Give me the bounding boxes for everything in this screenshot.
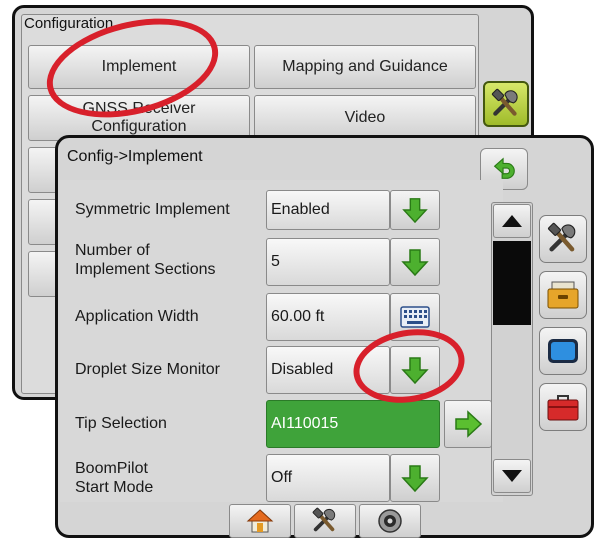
- boompilot-start-mode-label: BoomPilot Start Mode: [75, 459, 153, 497]
- video-button-label: Video: [344, 109, 386, 126]
- tools-icon: [546, 222, 580, 256]
- green-right-arrow-icon: [453, 409, 483, 439]
- boompilot-label-line2: Start Mode: [75, 479, 154, 496]
- triangle-down-icon: [502, 470, 522, 482]
- implement-sections-label-line2: Implement Sections: [75, 261, 216, 278]
- tools-icon: [490, 88, 522, 120]
- mapping-guidance-label: Mapping and Guidance: [282, 58, 448, 75]
- toolbox-icon: [547, 395, 579, 421]
- implement-sections-value[interactable]: 5: [266, 238, 390, 286]
- mapping-guidance-button[interactable]: Mapping and Guidance: [254, 45, 476, 89]
- display-icon: [548, 339, 578, 363]
- side-tab-toolbox[interactable]: [539, 383, 587, 431]
- symmetric-implement-label: Symmetric Implement: [75, 201, 230, 218]
- side-tab-display[interactable]: [539, 327, 587, 375]
- symmetric-implement-text: Enabled: [271, 201, 330, 218]
- green-down-arrow-icon: [401, 196, 429, 224]
- configuration-tools-tab[interactable]: [483, 81, 529, 127]
- implement-sections-text: 5: [271, 253, 280, 270]
- tip-selection-value[interactable]: AI110015: [266, 400, 440, 448]
- tip-selection-text: AI110015: [271, 415, 339, 432]
- triangle-up-icon: [502, 215, 522, 227]
- boompilot-start-mode-dropdown[interactable]: [390, 454, 440, 502]
- scroll-up-button[interactable]: [493, 204, 531, 238]
- back-arrow-icon: [493, 157, 515, 179]
- scroll-down-button[interactable]: [493, 459, 531, 493]
- tip-selection-label: Tip Selection: [75, 415, 167, 432]
- implement-sections-label: Number of Implement Sections: [75, 241, 216, 279]
- application-width-label: Application Width: [75, 308, 199, 325]
- symmetric-implement-value[interactable]: Enabled: [266, 190, 390, 230]
- droplet-size-monitor-label: Droplet Size Monitor: [75, 361, 220, 378]
- nav-configuration-tab[interactable]: [294, 504, 356, 538]
- droplet-size-monitor-text: Disabled: [271, 361, 334, 378]
- boompilot-label-line1: BoomPilot: [75, 460, 148, 477]
- tip-selection-next-button[interactable]: [444, 400, 492, 448]
- side-tab-tools[interactable]: [539, 215, 587, 263]
- boompilot-start-mode-text: Off: [271, 469, 293, 486]
- boompilot-start-mode-value[interactable]: Off: [266, 454, 390, 502]
- implement-screen-title: Config->Implement: [67, 148, 203, 165]
- console-drawer-icon: [547, 281, 579, 309]
- home-icon: [246, 509, 274, 533]
- keyboard-icon: [400, 306, 430, 328]
- scrollbar[interactable]: [491, 202, 533, 496]
- settings-dial-icon: [378, 509, 402, 533]
- tools-icon: [311, 507, 339, 535]
- symmetric-implement-dropdown[interactable]: [390, 190, 440, 230]
- nav-home-tab[interactable]: [229, 504, 291, 538]
- green-down-arrow-icon: [400, 463, 430, 493]
- implement-config-window: Config->Implement Symmetric Implement En…: [55, 135, 594, 538]
- scrollbar-thumb[interactable]: [493, 241, 531, 325]
- side-tab-console[interactable]: [539, 271, 587, 319]
- nav-settings-tab[interactable]: [359, 504, 421, 538]
- gnss-label-line2: Configuration: [91, 118, 187, 135]
- green-down-arrow-icon: [400, 247, 430, 277]
- implement-sections-dropdown[interactable]: [390, 238, 440, 286]
- implement-sections-label-line1: Number of: [75, 242, 150, 259]
- application-width-text: 60.00 ft: [271, 308, 325, 325]
- application-width-value[interactable]: 60.00 ft: [266, 293, 390, 341]
